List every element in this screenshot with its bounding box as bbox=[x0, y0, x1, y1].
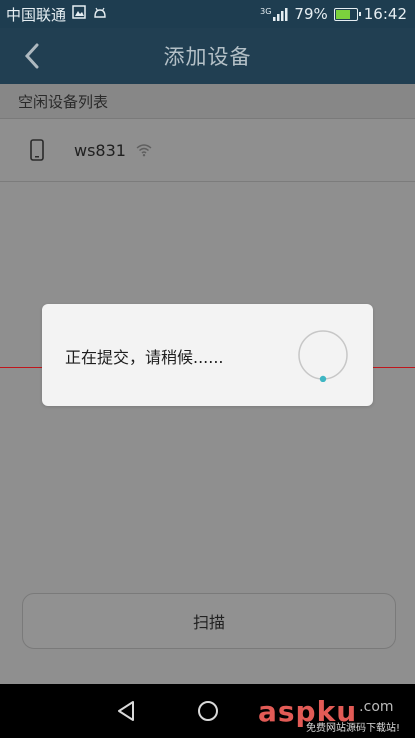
chevron-left-icon bbox=[24, 43, 39, 69]
clock: 16:42 bbox=[363, 5, 407, 23]
phone-icon bbox=[26, 139, 48, 161]
gallery-icon bbox=[72, 5, 86, 23]
status-bar: 中国联通 3G 79% 16:42 bbox=[0, 0, 415, 28]
section-title: 空闲设备列表 bbox=[0, 84, 415, 119]
loading-spinner-icon bbox=[298, 330, 348, 382]
nav-back-button[interactable] bbox=[114, 699, 138, 723]
signal-icon: 3G bbox=[260, 7, 288, 21]
android-icon bbox=[92, 5, 108, 23]
battery-percent: 79% bbox=[294, 5, 328, 23]
wifi-icon bbox=[136, 144, 152, 157]
nav-home-button[interactable] bbox=[196, 699, 220, 723]
network-type: 3G bbox=[260, 7, 272, 16]
dialog-message: 正在提交，请稍候...... bbox=[65, 348, 224, 367]
scan-button[interactable]: 扫描 bbox=[22, 593, 396, 649]
watermark-tld: .com bbox=[359, 699, 394, 715]
device-row[interactable]: ws831 bbox=[0, 119, 415, 182]
app-header: 添加设备 bbox=[0, 28, 415, 84]
progress-dialog: 正在提交，请稍候...... bbox=[42, 304, 373, 406]
battery-icon bbox=[333, 7, 361, 21]
back-triangle-icon bbox=[117, 701, 134, 721]
watermark-slogan: 免费网站源码下载站! bbox=[306, 723, 401, 734]
battery-fill bbox=[335, 9, 350, 19]
carrier-name: 中国联通 bbox=[6, 5, 67, 24]
status-right: 3G 79% 16:42 bbox=[260, 5, 407, 23]
home-circle-icon bbox=[197, 701, 218, 721]
device-name: ws831 bbox=[74, 140, 126, 160]
page-title: 添加设备 bbox=[163, 45, 252, 69]
back-button[interactable] bbox=[12, 38, 52, 74]
watermark: aspku .com 免费网站源码下载站! bbox=[258, 684, 400, 738]
